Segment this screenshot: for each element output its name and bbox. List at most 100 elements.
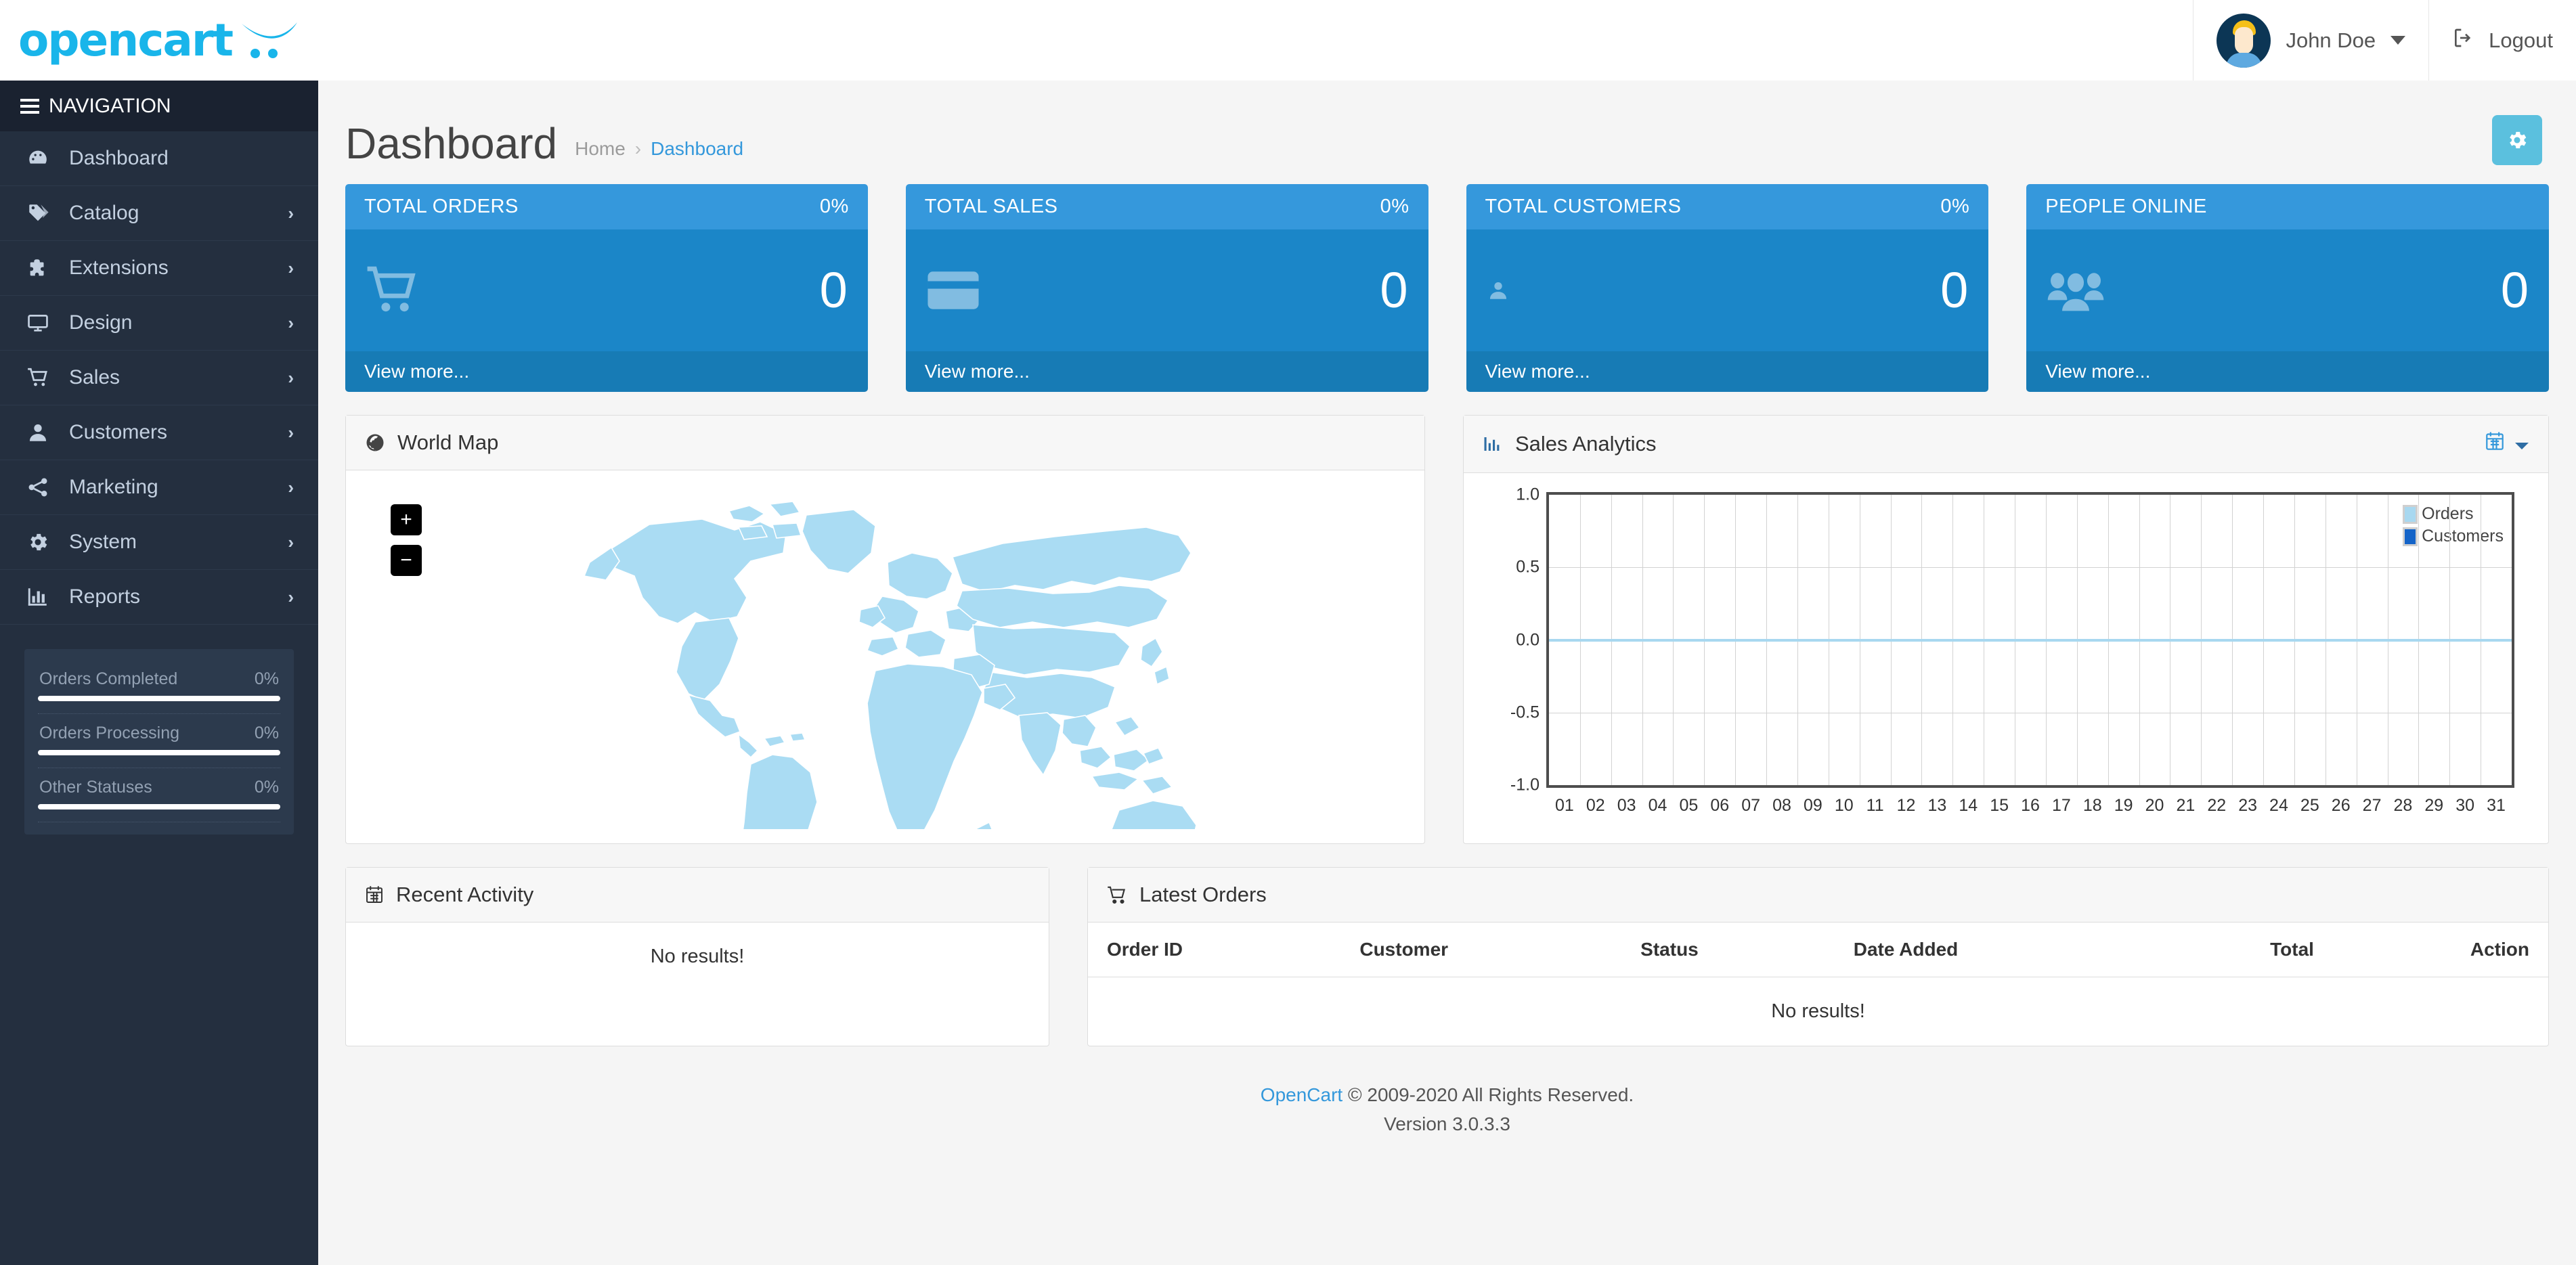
date-range-picker[interactable]	[2485, 430, 2529, 458]
order-stat-progressbar	[38, 804, 280, 809]
chart-xtick-label: 02	[1586, 796, 1605, 816]
breadcrumb-item-dashboard[interactable]: Dashboard	[651, 138, 743, 160]
stat-card-link[interactable]: View more...	[2026, 351, 2549, 392]
stat-card-title: PEOPLE ONLINE	[2045, 196, 2207, 218]
stat-card-body: 0	[345, 229, 868, 351]
map-zoom-in-button[interactable]: +	[391, 504, 422, 535]
sidebar-item-label: Dashboard	[69, 147, 275, 170]
user-menu[interactable]: John Doe	[2193, 0, 2428, 81]
sidebar: NAVIGATION DashboardCatalog›Extensions›D…	[0, 81, 318, 1265]
calendar-icon	[2485, 430, 2505, 458]
navigation-title: NAVIGATION	[49, 95, 171, 118]
sidebar-item-label: Design	[69, 311, 269, 334]
tag-icon	[26, 202, 50, 225]
sidebar-item-reports[interactable]: Reports›	[0, 570, 318, 625]
world-map-title: World Map	[397, 430, 498, 455]
page-header: Dashboard Home › Dashboard	[318, 81, 2576, 165]
sidebar-item-dashboard[interactable]: Dashboard	[0, 131, 318, 186]
chevron-right-icon: ›	[288, 203, 294, 224]
stat-card-body: 0	[1466, 229, 1989, 351]
stat-card-people-online[interactable]: PEOPLE ONLINE 0 View more...	[2026, 184, 2549, 392]
sidebar-item-catalog[interactable]: Catalog ›	[0, 186, 318, 241]
sidebar-item-sales[interactable]: Sales›	[0, 351, 318, 405]
table-column-header: Date Added	[1835, 923, 2152, 977]
legend-label: Orders	[2422, 504, 2473, 524]
footer-copyright: © 2009-2020 All Rights Reserved.	[1342, 1084, 1634, 1105]
chevron-down-icon	[2391, 36, 2405, 45]
sales-analytics-panel: Sales Analytics	[1463, 415, 2549, 844]
chart-xtick-label: 22	[2207, 796, 2226, 816]
logout-button[interactable]: Logout	[2428, 0, 2576, 81]
chart-xtick-label: 07	[1741, 796, 1760, 816]
sidebar-item-label: Customers	[69, 421, 269, 444]
stat-card-body: 0	[2026, 229, 2549, 351]
calendar-icon	[365, 885, 384, 905]
chart-xtick-label: 15	[1990, 796, 2009, 816]
chart-xtick-label: 17	[2052, 796, 2071, 816]
breadcrumb-item-home[interactable]: Home	[575, 138, 626, 160]
bar-chart-icon	[1483, 434, 1503, 454]
order-stat-label: Orders Completed	[39, 669, 177, 689]
sidebar-item-marketing[interactable]: Marketing›	[0, 460, 318, 515]
recent-activity-panel: Recent Activity No results!	[345, 867, 1049, 1046]
avatar	[2217, 14, 2271, 68]
sidebar-item-design[interactable]: Design›	[0, 296, 318, 351]
share-icon	[26, 476, 50, 499]
sidebar-item-system[interactable]: System›	[0, 515, 318, 570]
logout-icon	[2452, 27, 2474, 54]
chart-xtick-label: 05	[1680, 796, 1699, 816]
chart-xtick-label: 01	[1555, 796, 1574, 816]
sidebar-item-label: Catalog	[69, 202, 269, 225]
order-stat-progressbar	[38, 696, 280, 701]
stat-card-title: TOTAL CUSTOMERS	[1485, 196, 1682, 218]
order-stat-row: Orders Completed0%	[38, 664, 280, 714]
latest-orders-empty: No results!	[1088, 977, 2548, 1046]
stat-card-link[interactable]: View more...	[1466, 351, 1989, 392]
brand-logo[interactable]: opencart	[0, 0, 318, 81]
chevron-right-icon: ›	[288, 258, 294, 279]
order-stat-percent: 0%	[255, 724, 279, 743]
sidebar-item-extensions[interactable]: Extensions›	[0, 241, 318, 296]
shopping-cart-icon	[1107, 885, 1127, 904]
navigation-header[interactable]: NAVIGATION	[0, 81, 318, 131]
footer-opencart-link[interactable]: OpenCart	[1261, 1084, 1342, 1105]
stat-card-value: 0	[2501, 265, 2529, 315]
stat-card-header: TOTAL ORDERS0%	[345, 184, 868, 229]
user-icon	[26, 421, 50, 444]
world-map-header: World Map	[346, 416, 1424, 470]
stat-card-header: PEOPLE ONLINE	[2026, 184, 2549, 229]
logout-label: Logout	[2489, 28, 2553, 53]
sidebar-item-customers[interactable]: Customers›	[0, 405, 318, 460]
stat-card-link[interactable]: View more...	[345, 351, 868, 392]
chart-xtick-label: 14	[1959, 796, 1978, 816]
chart-xtick-label: 29	[2424, 796, 2443, 816]
chart-xtick-label: 12	[1897, 796, 1916, 816]
stat-card-header: TOTAL SALES0%	[906, 184, 1428, 229]
order-stat-row: Other Statuses0%	[38, 772, 280, 822]
stat-card-total-sales[interactable]: TOTAL SALES0%0View more...	[906, 184, 1428, 392]
map-zoom-out-button[interactable]: −	[391, 545, 422, 576]
user-icon	[1487, 279, 1510, 302]
stat-card-link[interactable]: View more...	[906, 351, 1428, 392]
stat-card-total-orders[interactable]: TOTAL ORDERS0%0View more...	[345, 184, 868, 392]
footer-version: Version 3.0.3.3	[318, 1109, 2576, 1138]
sidebar-menu: DashboardCatalog›Extensions›Design›Sales…	[0, 131, 318, 625]
table-column-header: Total	[2152, 923, 2333, 977]
divider	[38, 713, 280, 714]
table-column-header: Status	[1621, 923, 1835, 977]
recent-activity-title: Recent Activity	[396, 883, 533, 907]
breadcrumb: Home › Dashboard	[575, 138, 743, 165]
cart-swoosh-icon	[239, 20, 300, 62]
latest-orders-table: Order IDCustomerStatusDate AddedTotalAct…	[1088, 923, 2548, 1046]
chart-xtick-label: 28	[2394, 796, 2413, 816]
sidebar-item-label: System	[69, 531, 269, 554]
chart-xtick-label: 03	[1617, 796, 1636, 816]
chart-xtick-label: 06	[1710, 796, 1729, 816]
stat-card-total-customers[interactable]: TOTAL CUSTOMERS0%0View more...	[1466, 184, 1989, 392]
world-map-body[interactable]: + −	[346, 470, 1424, 841]
breadcrumb-separator: ›	[635, 138, 641, 160]
chart-plot-area: OrdersCustomers 010203040506070809101112…	[1546, 492, 2514, 788]
table-empty-row: No results!	[1088, 977, 2548, 1046]
table-column-header: Action	[2333, 923, 2548, 977]
settings-button[interactable]	[2492, 115, 2542, 165]
